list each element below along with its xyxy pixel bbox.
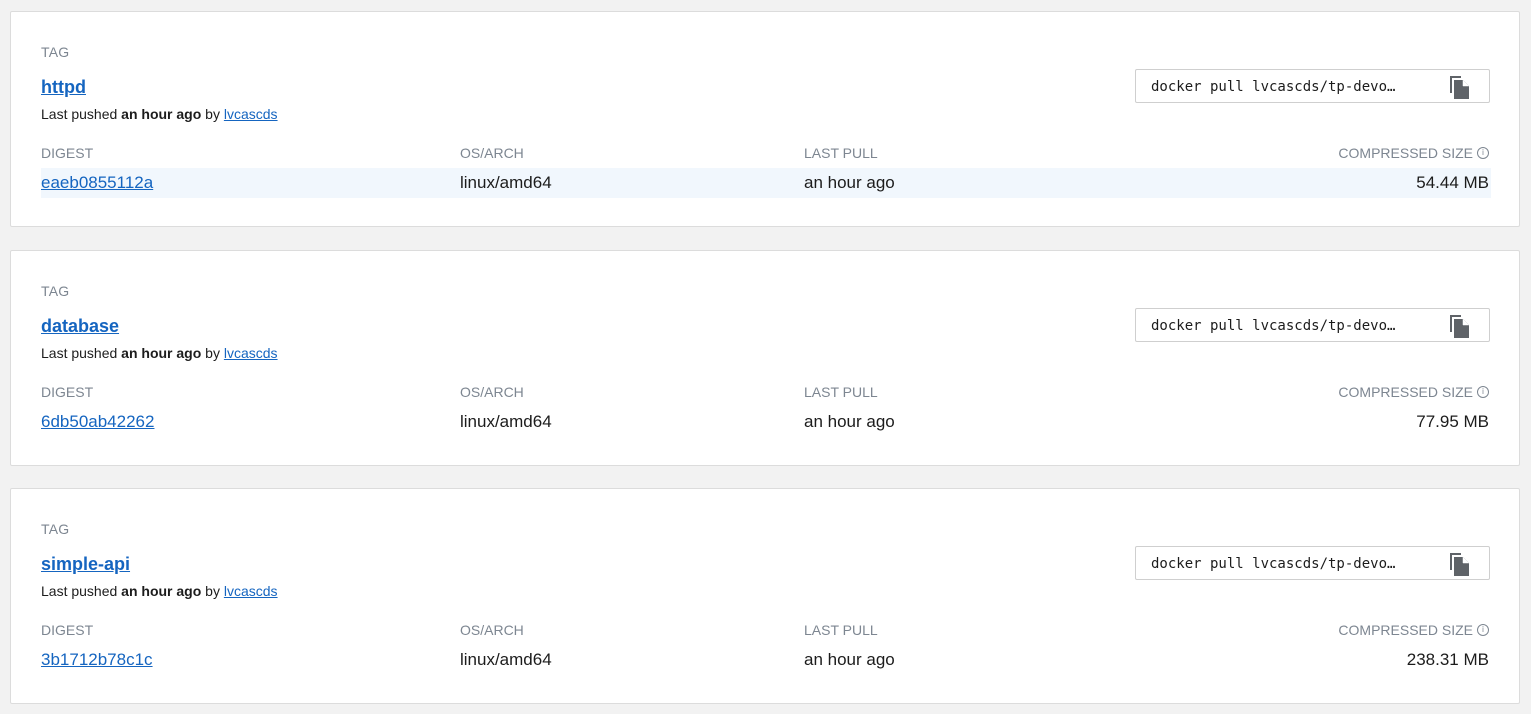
tag-name-link[interactable]: httpd bbox=[41, 77, 86, 98]
compressed-size-value: 77.95 MB bbox=[1416, 412, 1489, 431]
pull-command-box[interactable]: docker pull lvcascds/tp-devo… bbox=[1135, 69, 1490, 103]
digest-header: DIGEST bbox=[41, 384, 94, 400]
pull-command-text[interactable]: docker pull lvcascds/tp-devo… bbox=[1151, 318, 1395, 334]
pull-command-box[interactable]: docker pull lvcascds/tp-devo… bbox=[1135, 546, 1490, 580]
copy-icon[interactable] bbox=[1445, 312, 1473, 340]
last-pull-header: LAST PULL bbox=[804, 622, 878, 638]
pushed-user-link[interactable]: lvcascds bbox=[224, 345, 278, 361]
digest-row bbox=[41, 407, 1491, 437]
info-icon[interactable]: i bbox=[1477, 624, 1489, 636]
compressed-size-label: COMPRESSED SIZE bbox=[1338, 384, 1473, 400]
info-icon[interactable]: i bbox=[1477, 147, 1489, 159]
digest-link[interactable]: 6db50ab42262 bbox=[41, 412, 154, 432]
tag-name-link[interactable]: simple-api bbox=[41, 554, 130, 575]
info-icon[interactable]: i bbox=[1477, 386, 1489, 398]
osarch-header: OS/ARCH bbox=[460, 622, 524, 638]
pushed-prefix: Last pushed bbox=[41, 583, 122, 599]
compressed-size-header: COMPRESSED SIZE i bbox=[1338, 384, 1489, 400]
digest-row bbox=[41, 645, 1491, 675]
pushed-time: an hour ago bbox=[121, 583, 202, 599]
compressed-size-value: 238.31 MB bbox=[1406, 650, 1489, 669]
last-pushed-info: Last pushed an hour ago by lvcascds bbox=[41, 583, 278, 599]
compressed-size-label: COMPRESSED SIZE bbox=[1338, 622, 1473, 638]
compressed-size-header: COMPRESSED SIZE i bbox=[1338, 622, 1489, 638]
pushed-by: by bbox=[201, 345, 224, 361]
pull-command-text[interactable]: docker pull lvcascds/tp-devo… bbox=[1151, 79, 1395, 95]
pull-command-text[interactable]: docker pull lvcascds/tp-devo… bbox=[1151, 556, 1395, 572]
pushed-by: by bbox=[201, 583, 224, 599]
copy-icon[interactable] bbox=[1445, 550, 1473, 578]
pushed-by: by bbox=[201, 106, 224, 122]
digest-header: DIGEST bbox=[41, 622, 94, 638]
digest-link[interactable]: eaeb0855112a bbox=[41, 173, 153, 193]
pushed-prefix: Last pushed bbox=[41, 345, 122, 361]
compressed-size-value: 54.44 MB bbox=[1416, 173, 1489, 192]
pushed-user-link[interactable]: lvcascds bbox=[224, 106, 278, 122]
last-pull-value: an hour ago bbox=[804, 650, 895, 669]
tag-label: TAG bbox=[41, 521, 70, 537]
compressed-size-header: COMPRESSED SIZE i bbox=[1338, 145, 1489, 161]
compressed-size-label: COMPRESSED SIZE bbox=[1338, 145, 1473, 161]
pushed-prefix: Last pushed bbox=[41, 106, 122, 122]
last-pull-header: LAST PULL bbox=[804, 384, 878, 400]
digest-link[interactable]: 3b1712b78c1c bbox=[41, 650, 153, 670]
last-pull-value: an hour ago bbox=[804, 412, 895, 431]
osarch-value: linux/amd64 bbox=[460, 412, 552, 431]
digest-header: DIGEST bbox=[41, 145, 94, 161]
pushed-time: an hour ago bbox=[121, 345, 202, 361]
tag-card: TAG simple-api Last pushed an hour ago b… bbox=[10, 488, 1520, 704]
last-pull-value: an hour ago bbox=[804, 173, 895, 192]
osarch-value: linux/amd64 bbox=[460, 650, 552, 669]
tag-label: TAG bbox=[41, 283, 70, 299]
osarch-header: OS/ARCH bbox=[460, 145, 524, 161]
tag-card: TAG httpd Last pushed an hour ago by lvc… bbox=[10, 11, 1520, 227]
tag-name-link[interactable]: database bbox=[41, 316, 119, 337]
digest-row bbox=[41, 168, 1491, 198]
osarch-header: OS/ARCH bbox=[460, 384, 524, 400]
osarch-value: linux/amd64 bbox=[460, 173, 552, 192]
last-pushed-info: Last pushed an hour ago by lvcascds bbox=[41, 345, 278, 361]
pushed-time: an hour ago bbox=[121, 106, 202, 122]
pushed-user-link[interactable]: lvcascds bbox=[224, 583, 278, 599]
copy-icon[interactable] bbox=[1445, 73, 1473, 101]
pull-command-box[interactable]: docker pull lvcascds/tp-devo… bbox=[1135, 308, 1490, 342]
tag-card: TAG database Last pushed an hour ago by … bbox=[10, 250, 1520, 466]
tag-label: TAG bbox=[41, 44, 70, 60]
last-pull-header: LAST PULL bbox=[804, 145, 878, 161]
last-pushed-info: Last pushed an hour ago by lvcascds bbox=[41, 106, 278, 122]
